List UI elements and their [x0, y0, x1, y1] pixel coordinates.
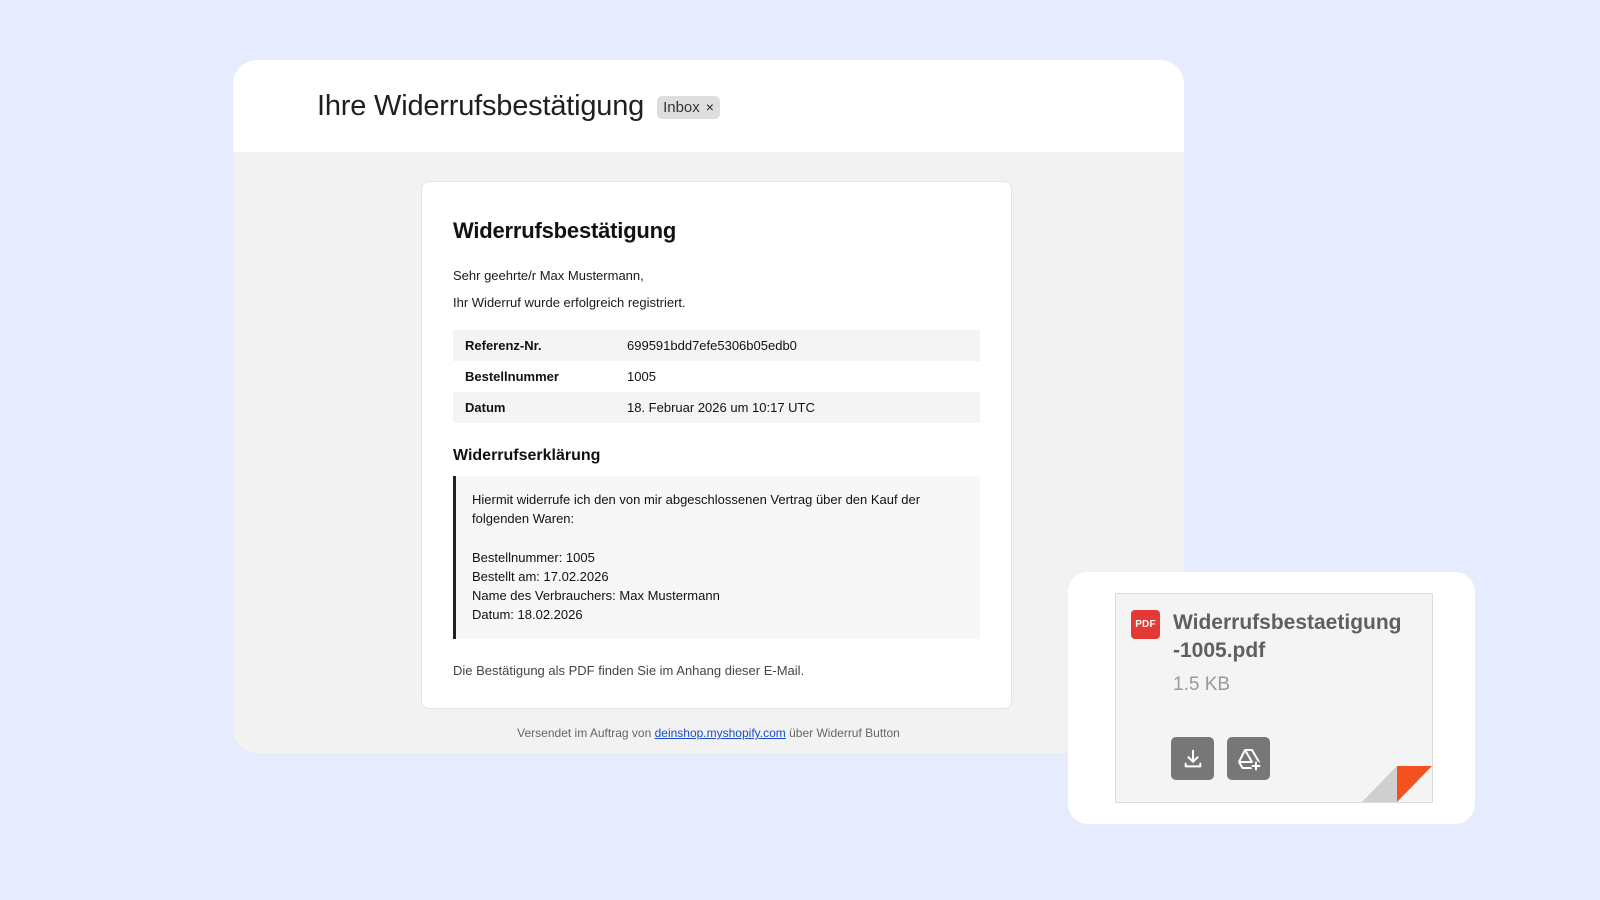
subject-bar: Ihre Widerrufsbestätigung Inbox ×: [233, 60, 1184, 152]
add-to-drive-icon: [1237, 748, 1261, 771]
details-table: Referenz-Nr. 699591bdd7efe5306b05edb0 Be…: [453, 330, 980, 423]
attachment-card[interactable]: PDF Widerrufsbestaetigung -1005.pdf 1.5 …: [1115, 593, 1433, 803]
shop-link[interactable]: deinshop.myshopify.com: [655, 726, 786, 740]
card-title: Widerrufsbestätigung: [453, 218, 677, 243]
detail-label: Referenz-Nr.: [453, 330, 615, 361]
intro-text: Ihr Widerruf wurde erfolgreich registrie…: [453, 295, 686, 310]
download-icon: [1184, 749, 1201, 767]
email-subject: Ihre Widerrufsbestätigung: [317, 89, 645, 122]
table-row: Bestellnummer 1005: [453, 361, 980, 392]
table-row: Referenz-Nr. 699591bdd7efe5306b05edb0: [453, 330, 980, 361]
detail-label: Datum: [453, 392, 615, 423]
declaration-ordered-on: Bestellt am: 17.02.2026: [472, 568, 609, 584]
declaration-line: folgenden Waren:: [472, 511, 575, 527]
declaration-date: Datum: 18.02.2026: [472, 607, 583, 623]
declaration-order: Bestellnummer: 1005: [472, 549, 595, 565]
detail-value: 1005: [627, 369, 656, 384]
detail-value: 18. Februar 2026 um 10:17 UTC: [615, 392, 980, 423]
footer-prefix: Versendet im Auftrag von: [517, 726, 652, 740]
add-to-drive-button[interactable]: [1227, 737, 1270, 780]
declaration-line: Hiermit widerrufe ich den von mir abgesc…: [472, 492, 921, 507]
detail-label: Bestellnummer: [465, 369, 559, 384]
declaration-consumer: Name des Verbrauchers: Max Mustermann: [472, 588, 720, 604]
pdf-file-icon: PDF: [1131, 610, 1160, 639]
detail-value: 699591bdd7efe5306b05edb0: [615, 330, 980, 361]
page-fold-corner: [1362, 766, 1432, 802]
attachment-filename: Widerrufsbestaetigung -1005.pdf: [1173, 609, 1428, 665]
remove-label-icon[interactable]: ×: [706, 99, 714, 115]
attachment-size: 1.5 KB: [1173, 674, 1231, 695]
inbox-label-text: Inbox: [663, 98, 700, 116]
email-window: Ihre Widerrufsbestätigung Inbox × Widerr…: [233, 60, 1184, 753]
attachment-panel: PDF Widerrufsbestaetigung -1005.pdf 1.5 …: [1068, 572, 1475, 824]
footer-suffix: über Widerruf Button: [789, 726, 900, 740]
declaration-title: Widerrufserklärung: [453, 447, 601, 464]
filename-line: Widerrufsbestaetigung: [1173, 611, 1402, 634]
declaration-quote: Hiermit widerrufe ich den von mir abgesc…: [453, 476, 980, 639]
greeting-text: Sehr geehrte/r Max Mustermann,: [453, 268, 644, 283]
table-row: Datum 18. Februar 2026 um 10:17 UTC: [453, 392, 980, 423]
inbox-label-chip[interactable]: Inbox ×: [657, 95, 720, 119]
download-button[interactable]: [1171, 737, 1214, 780]
filename-line: -1005.pdf: [1173, 639, 1266, 662]
email-body-card: Widerrufsbestätigung Sehr geehrte/r Max …: [421, 181, 1012, 709]
attachment-note: Die Bestätigung als PDF finden Sie im An…: [453, 662, 805, 678]
email-footer: Versendet im Auftrag von deinshop.myshop…: [233, 726, 1184, 740]
